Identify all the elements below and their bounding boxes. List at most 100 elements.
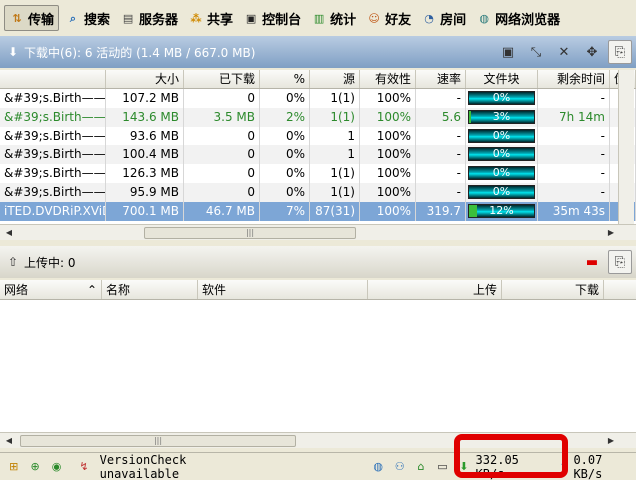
cell-done: 0 [184,89,260,108]
toolbar-button-web-browser[interactable]: ◍ 网络浏览器 [472,5,564,31]
expand-icon[interactable]: ✥ [580,40,604,64]
toolbar-button-server[interactable]: ▤ 服务器 [116,5,182,31]
upload-column-header[interactable]: 已连接 [604,280,636,299]
cell-size: 107.2 MB [106,89,184,108]
file-chunk-bar: 0% [466,126,538,146]
upload-column-header[interactable]: 名称 [102,280,198,299]
column-header[interactable]: 已下载 [184,70,260,88]
column-header[interactable]: 剩余时间 [538,70,610,88]
chunk-progress-fill [469,204,477,217]
download-row[interactable]: &#39;s.Birth——C 143.6 MB 3.5 MB 2% 1(1) 100% 5… [0,107,636,127]
toolbar-label: 好友 [385,12,412,28]
uploads-table: 网络 ⌃ 名称 软件 上传 下载已连接 [0,280,636,432]
friends-icon: ☺ [368,11,380,25]
console-icon: ▣ [245,11,257,25]
collapse-icon[interactable]: ✕ [552,40,576,64]
uploads-title: 上传中: 0 [24,255,76,270]
details-icon[interactable]: ⎘ [608,40,632,64]
cell-name: iTED.DVDRiP.XViD- [0,201,106,221]
toolbar-button-console[interactable]: ▣ 控制台 [239,5,305,31]
toolbar-label: 共享 [207,12,234,28]
globe-icon[interactable]: ⊕ [27,459,42,475]
server-icon: ▤ [122,11,134,25]
cell-eta: - [538,126,610,146]
file-chunk-bar: 0% [466,89,538,108]
cell-avail: 100% [360,201,416,221]
cell-rate: - [416,182,466,202]
cell-avail: 100% [360,107,416,127]
upload-column-header[interactable]: 软件 [198,280,368,299]
download-row[interactable]: &#39;s.Birth——C 107.2 MB 0 0% 1(1) 100% -0% - [0,89,636,108]
cell-name: &#39;s.Birth——C [0,145,106,165]
downloads-scroll-thumb[interactable]: ||| [144,227,356,239]
resize-icon[interactable]: ⤡ [524,40,548,64]
upload-column-header[interactable]: 下载 [502,280,604,299]
downloads-title: 下载中(6): 6 活动的 (1.4 MB / 667.0 MB) [24,45,256,60]
toolbar-button-transfer[interactable]: ⇅ 传输 [4,5,60,31]
cell-pct: 2% [260,107,310,127]
cell-done: 0 [184,164,260,183]
uploads-header: ⇧ 上传中: 0 ▬ ⎘ [0,246,636,278]
download-row[interactable]: &#39;s.Birth——C 95.9 MB 0 0% 1(1) 100% -0% - [0,182,636,202]
cell-size: 95.9 MB [106,182,184,202]
cell-done: 0 [184,145,260,165]
column-header[interactable]: 有效性 [360,70,416,88]
cell-pct: 0% [260,164,310,183]
toolbar-label: 服务器 [139,12,179,28]
downloads-header: ⬇ 下载中(6): 6 活动的 (1.4 MB / 667.0 MB) ▣ ⤡ … [0,36,636,68]
cell-rate: 319.7 [416,201,466,221]
scroll-left-icon[interactable]: ◀ [2,226,16,240]
disk-icon[interactable]: ▣ [496,40,520,64]
column-header[interactable]: 文件块 [466,70,538,88]
uploads-scroll-thumb[interactable]: ||| [20,435,296,447]
upload-column-header[interactable]: 网络 ⌃ [0,280,102,299]
cell-size: 93.6 MB [106,126,184,146]
column-header[interactable]: 速率 [416,70,466,88]
toolbar-button-share[interactable]: ⁂ 共享 [184,5,237,31]
home-icon: ⌂ [417,460,425,473]
chunk-percent: 0% [492,91,511,104]
chunk-percent: 0% [492,128,511,142]
kad-icon[interactable]: ◉ [49,459,64,475]
minus-icon[interactable]: ▬ [580,250,604,274]
column-header[interactable]: % [260,70,310,88]
download-row[interactable]: iTED.DVDRiP.XViD- 700.1 MB 46.7 MB 7% 87(31)… [0,201,636,221]
file-chunk-bar: 12% [466,201,538,221]
cell-pct: 0% [260,126,310,146]
toolbar-label: 网络浏览器 [495,12,561,28]
connection-icon[interactable]: ↯ [76,459,91,475]
toolbar-button-friends[interactable]: ☺ 好友 [362,5,415,31]
cell-src: 1 [310,126,360,146]
cell-avail: 100% [360,89,416,108]
toolbar-label: 搜索 [84,12,111,28]
toolbar-button-stats[interactable]: ▥ 统计 [307,5,360,31]
scroll-right-icon[interactable]: ▶ [604,226,618,240]
world-icon: ◍ [373,460,384,473]
chunk-progress-fill [469,110,471,123]
web-browser-icon: ◍ [479,11,489,25]
toolbar-button-rooms[interactable]: ◔ 房间 [417,5,470,31]
downloads-horizontal-scrollbar[interactable]: ◀ ||| ▶ [0,224,636,240]
network-icon[interactable]: ⊞ [6,459,21,475]
downloads-vertical-scrollbar[interactable] [618,70,634,224]
uploads-scroll-right-icon[interactable]: ▶ [604,434,618,448]
upload-column-header[interactable]: 上传 [368,280,502,299]
cell-size: 143.6 MB [106,107,184,127]
column-header[interactable] [0,70,106,88]
cell-rate: 5.6 [416,107,466,127]
cell-avail: 100% [360,145,416,165]
chunk-percent: 3% [492,109,511,123]
column-header[interactable]: 大小 [106,70,184,88]
share-icon: ⁂ [190,11,202,25]
download-row[interactable]: &#39;s.Birth——C 126.3 MB 0 0% 1(1) 100% -0% - [0,164,636,183]
upload-icon: ⇧ [7,255,19,269]
toolbar-button-search[interactable]: ⌕ 搜索 [61,5,114,31]
uploads-details-icon[interactable]: ⎘ [608,250,632,274]
download-row[interactable]: &#39;s.Birth——C 93.6 MB 0 0% 1 100% -0% - [0,126,636,146]
cell-name: &#39;s.Birth——C [0,164,106,183]
cell-src: 1(1) [310,182,360,202]
uploads-scroll-left-icon[interactable]: ◀ [2,434,16,448]
sort-ascending-icon: ⌃ [86,283,97,297]
download-row[interactable]: &#39;s.Birth——C 100.4 MB 0 0% 1 100% -0% - [0,145,636,165]
column-header[interactable]: 源 [310,70,360,88]
